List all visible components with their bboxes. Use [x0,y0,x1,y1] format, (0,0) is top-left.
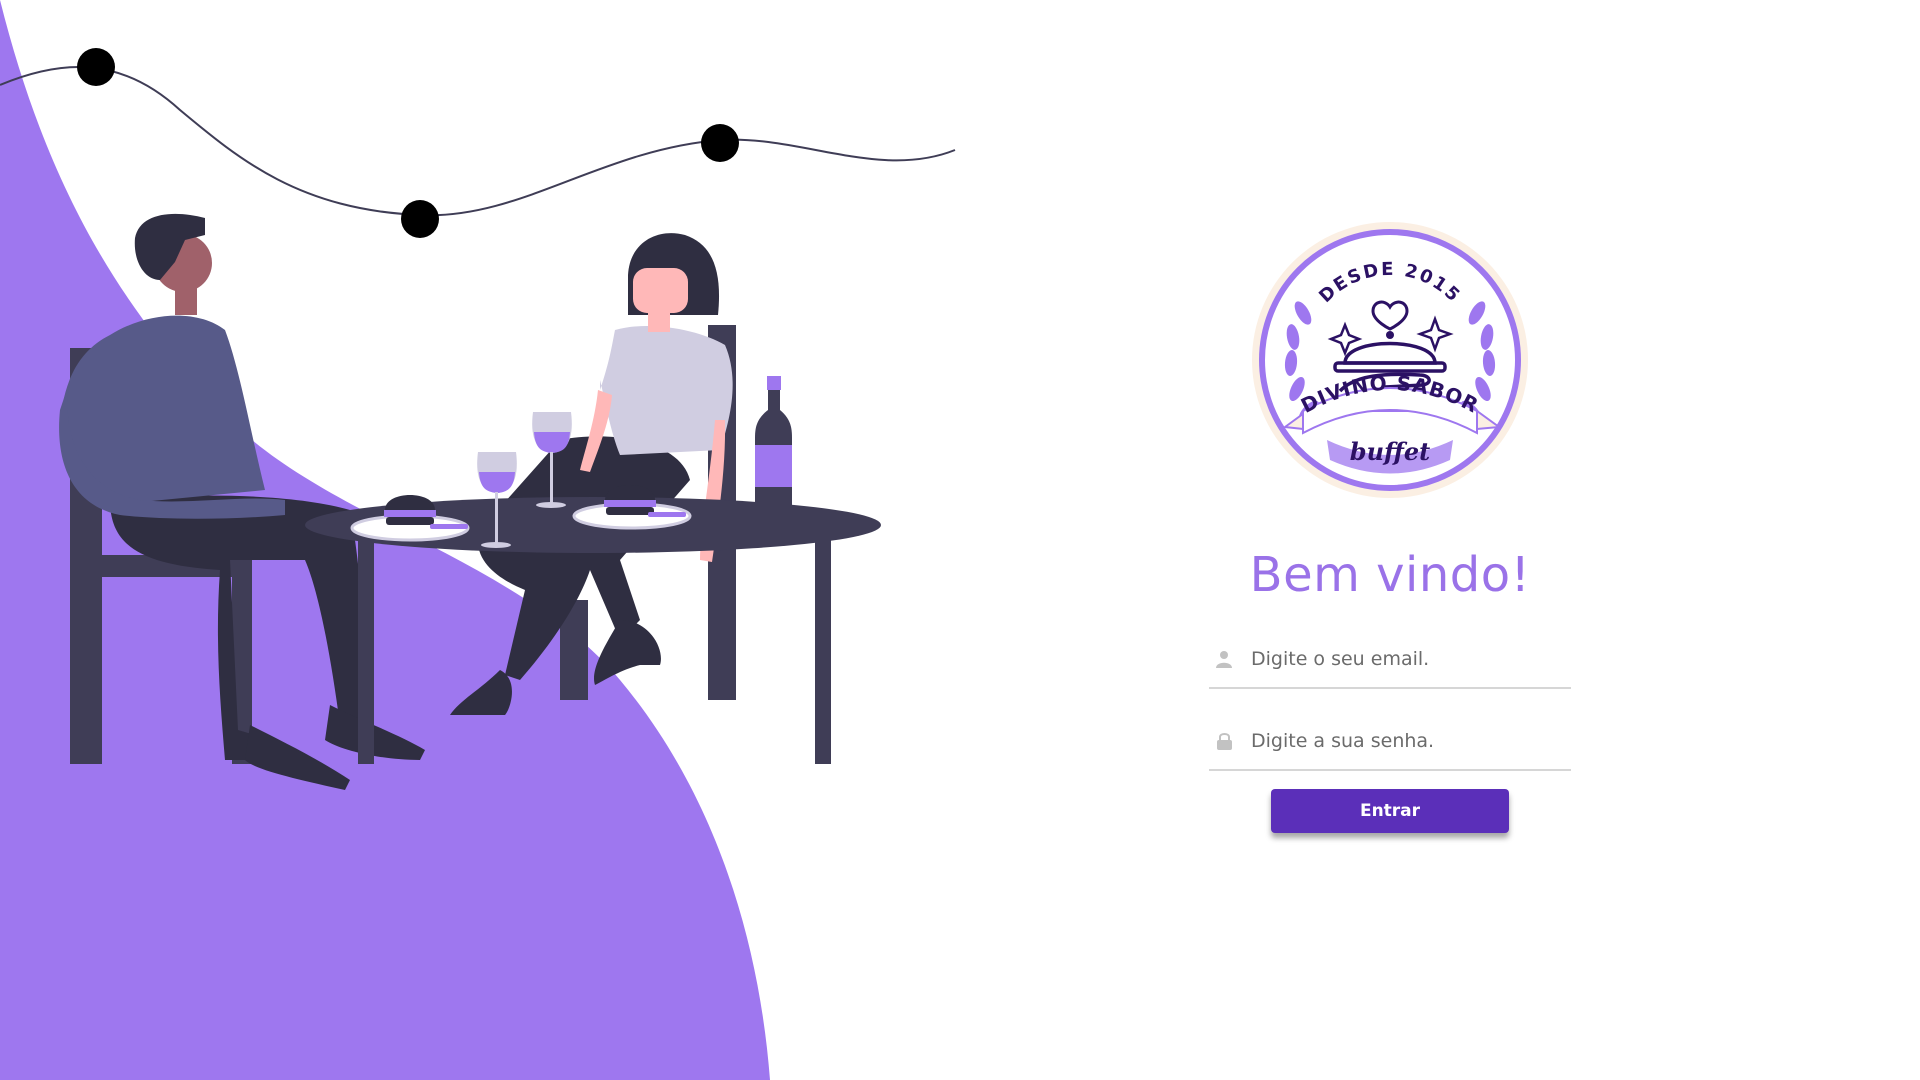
burger [385,495,435,510]
woman-torso [600,325,733,455]
wine-glass-stem [550,452,553,504]
wine-glass-base [536,502,566,508]
wine-liquid [479,472,515,493]
string-lights-wire [0,66,956,217]
burger-filling [384,510,436,517]
burger-bottom [386,517,434,525]
burger-bottom [606,507,654,515]
light-bulb [77,48,115,86]
woman-neck [648,308,670,332]
welcome-heading: Bem vindo! [1249,547,1531,603]
bottle-label [755,445,792,487]
login-button[interactable]: Entrar [1271,789,1509,833]
lock-icon [1213,730,1235,752]
fork [648,512,686,517]
badge-sub-text: buffet [1350,437,1430,466]
password-input[interactable] [1249,729,1571,753]
burger-filling [604,500,656,507]
wine-glass-stem [495,492,498,544]
divino-sabor-logo: DESDE 2015 DIVINO SABOR buffet [1252,222,1528,498]
man-neck [175,285,197,315]
table-leg [358,540,374,764]
email-input[interactable] [1249,647,1571,671]
chair-leg [708,560,736,700]
dinner-illustration [0,0,956,1080]
wine-glass-base [481,542,511,548]
password-field [1209,713,1571,771]
login-panel: DESDE 2015 DIVINO SABOR buffet Bem vindo… [1180,215,1600,833]
user-icon [1213,648,1235,670]
woman-shoe [594,620,661,685]
fork [430,524,468,529]
table-leg [815,540,831,764]
woman-face [633,268,688,313]
light-bulb [401,200,439,238]
bottle-cap [767,376,781,390]
email-field [1209,631,1571,689]
light-bulb [701,124,739,162]
